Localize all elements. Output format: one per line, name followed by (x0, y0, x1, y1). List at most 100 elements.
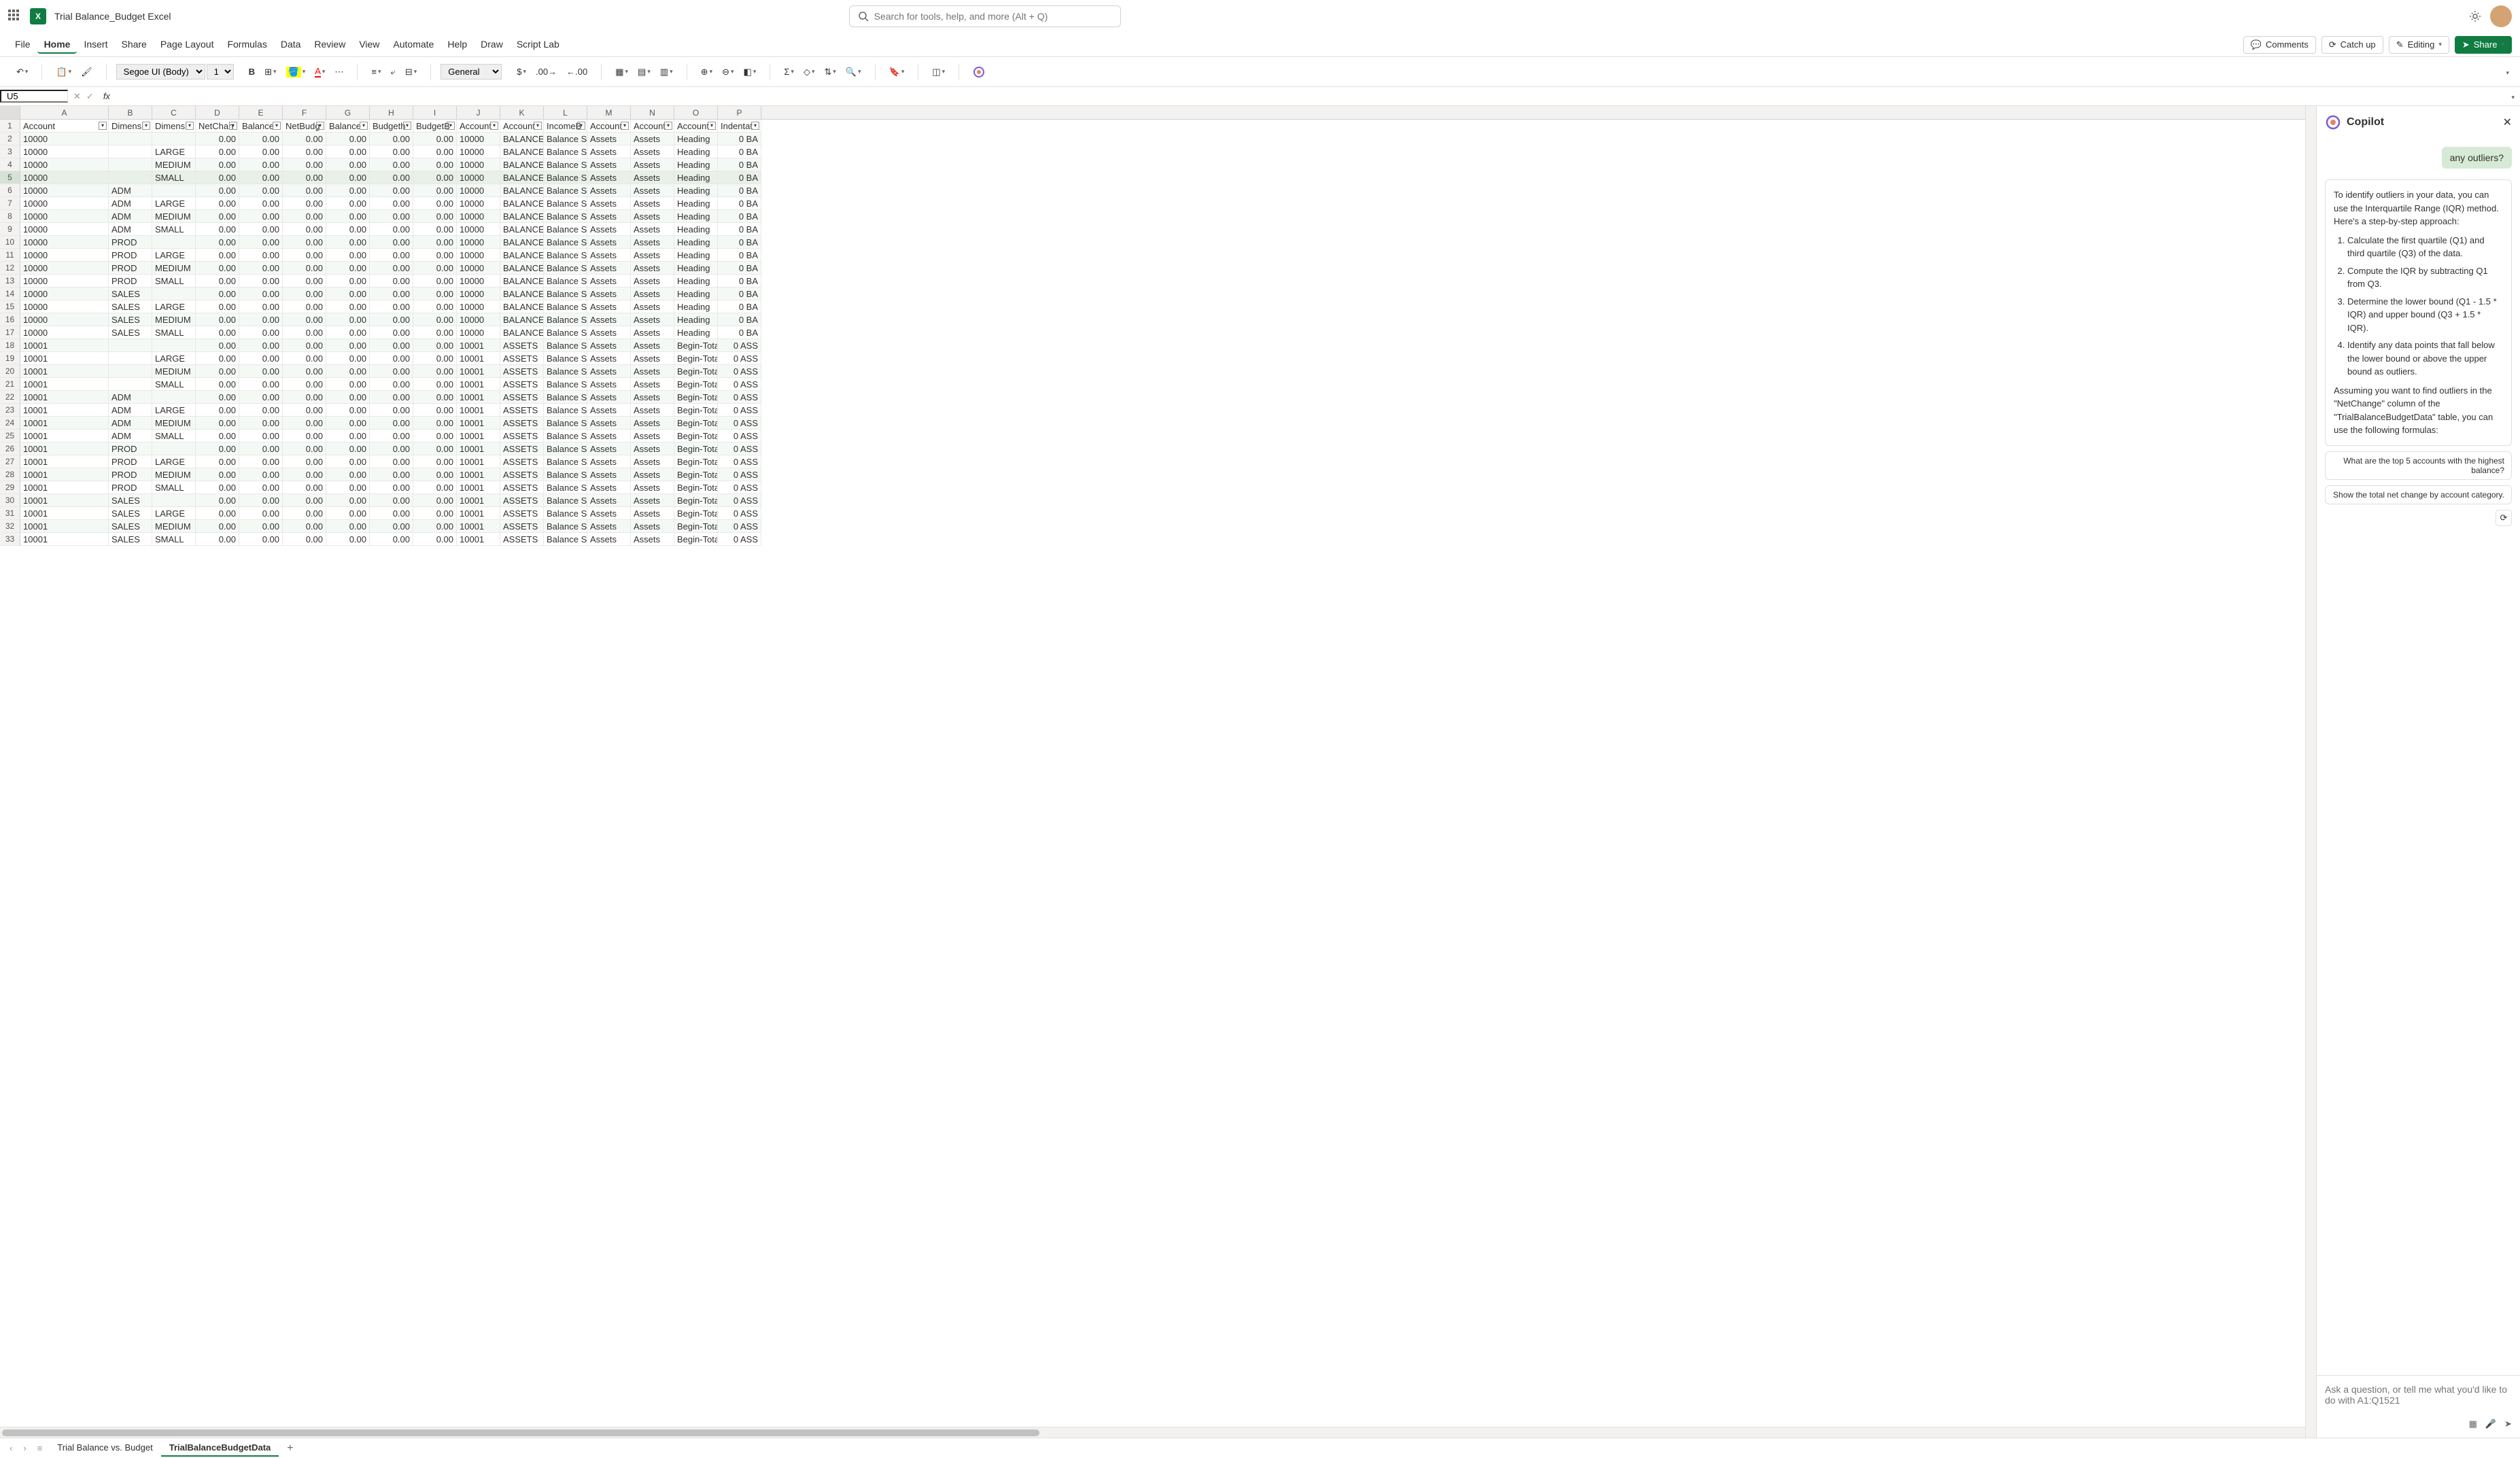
sheet-prev-button[interactable]: ‹ (5, 1442, 16, 1455)
cell[interactable]: 0.00 (239, 184, 283, 197)
cell[interactable]: Assets (587, 520, 631, 533)
paste-button[interactable]: 📋▾ (52, 64, 75, 80)
cell[interactable]: 0.00 (283, 520, 326, 533)
cell[interactable]: 0.00 (413, 197, 457, 210)
table-header-cell[interactable]: Indentat▾ (718, 120, 761, 133)
col-header-H[interactable]: H (370, 106, 413, 119)
cell[interactable]: Assets (631, 507, 674, 520)
cell[interactable]: Assets (587, 455, 631, 468)
copilot-refresh-button[interactable]: ⟳ (2496, 510, 2512, 526)
cell[interactable]: 0.00 (326, 481, 370, 494)
row-header[interactable]: 33 (0, 533, 20, 546)
cell[interactable]: 0.00 (196, 430, 239, 442)
cell[interactable]: Heading (674, 133, 718, 145)
cell[interactable]: 0.00 (370, 417, 413, 430)
cell[interactable]: BALANCE SH (500, 313, 544, 326)
cell[interactable]: 10000 (20, 133, 109, 145)
cell[interactable]: Heading (674, 313, 718, 326)
cell[interactable]: Balance She (544, 249, 587, 262)
row-header[interactable]: 3 (0, 145, 20, 158)
cell[interactable]: 0.00 (283, 481, 326, 494)
cell[interactable]: 0.00 (413, 404, 457, 417)
cell[interactable]: 0.00 (196, 171, 239, 184)
cell[interactable]: 10000 (457, 133, 500, 145)
cell[interactable] (152, 288, 196, 300)
cell[interactable]: 0 BA (718, 275, 761, 288)
cell[interactable]: Heading (674, 326, 718, 339)
cell[interactable]: 0 BA (718, 158, 761, 171)
fill-color-button[interactable]: 🪣▾ (282, 64, 310, 80)
cell[interactable]: 10001 (20, 430, 109, 442)
cell[interactable]: 10000 (20, 275, 109, 288)
cell[interactable]: Assets (631, 236, 674, 249)
cell[interactable]: 0.00 (370, 533, 413, 546)
cell[interactable]: PROD (109, 455, 152, 468)
cell[interactable]: 0.00 (326, 313, 370, 326)
menu-insert[interactable]: Insert (77, 36, 114, 54)
cell[interactable]: Balance She (544, 339, 587, 352)
cell[interactable] (109, 365, 152, 378)
cell-styles-button[interactable]: ▥▾ (656, 64, 677, 80)
cell[interactable]: 0.00 (196, 249, 239, 262)
cell[interactable]: 10000 (457, 313, 500, 326)
cell[interactable]: Balance She (544, 236, 587, 249)
catchup-button[interactable]: ⟳ Catch up (2321, 36, 2383, 54)
cell[interactable]: 0.00 (239, 481, 283, 494)
cell[interactable]: 0 BA (718, 288, 761, 300)
cell[interactable]: 0.00 (196, 533, 239, 546)
cell[interactable]: 0.00 (283, 313, 326, 326)
cell[interactable]: 0.00 (370, 275, 413, 288)
cell[interactable]: 10000 (20, 223, 109, 236)
cell[interactable]: LARGE (152, 507, 196, 520)
sheet-tab[interactable]: TrialBalanceBudgetData (161, 1440, 279, 1457)
col-header-F[interactable]: F (283, 106, 326, 119)
cell[interactable]: Balance She (544, 365, 587, 378)
cell[interactable]: 0.00 (413, 326, 457, 339)
cell[interactable]: LARGE (152, 404, 196, 417)
cell[interactable]: 0.00 (239, 262, 283, 275)
cell[interactable]: 0.00 (413, 352, 457, 365)
cell[interactable]: ADM (109, 223, 152, 236)
filter-icon[interactable]: ▾ (229, 122, 237, 130)
cell[interactable]: BALANCE SH (500, 171, 544, 184)
cell[interactable]: 0.00 (283, 275, 326, 288)
cell[interactable]: ADM (109, 404, 152, 417)
cell[interactable]: 10000 (457, 210, 500, 223)
cell[interactable]: BALANCE SH (500, 275, 544, 288)
cell[interactable]: Balance She (544, 352, 587, 365)
cell[interactable]: Assets (587, 158, 631, 171)
cell[interactable]: ASSETS (500, 481, 544, 494)
cell[interactable]: 10001 (457, 430, 500, 442)
cell[interactable]: 0.00 (283, 184, 326, 197)
cell[interactable]: 0.00 (283, 468, 326, 481)
cell[interactable]: 0.00 (196, 352, 239, 365)
cell[interactable]: ASSETS (500, 365, 544, 378)
cell[interactable]: Balance She (544, 430, 587, 442)
search-box[interactable] (849, 5, 1121, 27)
cell[interactable]: Heading (674, 262, 718, 275)
cell[interactable]: 0.00 (413, 417, 457, 430)
table-header-cell[interactable]: Dimensi▾ (152, 120, 196, 133)
cell[interactable]: 10000 (457, 275, 500, 288)
col-header-G[interactable]: G (326, 106, 370, 119)
cell[interactable]: 10001 (20, 520, 109, 533)
cell[interactable]: MEDIUM (152, 313, 196, 326)
cell[interactable]: Balance She (544, 145, 587, 158)
cell[interactable]: 10000 (457, 223, 500, 236)
cell[interactable]: 0.00 (239, 223, 283, 236)
row-header[interactable]: 19 (0, 352, 20, 365)
cell[interactable]: 0.00 (196, 210, 239, 223)
cell[interactable]: LARGE (152, 300, 196, 313)
cell[interactable]: Balance She (544, 133, 587, 145)
cell[interactable]: 10001 (20, 417, 109, 430)
cell[interactable]: BALANCE SH (500, 236, 544, 249)
cell[interactable]: 0.00 (283, 507, 326, 520)
cell[interactable]: 0.00 (326, 158, 370, 171)
cell[interactable]: 0.00 (326, 365, 370, 378)
cell[interactable]: BALANCE SH (500, 158, 544, 171)
cell[interactable]: 0.00 (326, 507, 370, 520)
cell[interactable]: 10000 (457, 262, 500, 275)
cell[interactable] (109, 352, 152, 365)
cell[interactable]: Begin-Total (674, 391, 718, 404)
cell[interactable]: Assets (631, 133, 674, 145)
